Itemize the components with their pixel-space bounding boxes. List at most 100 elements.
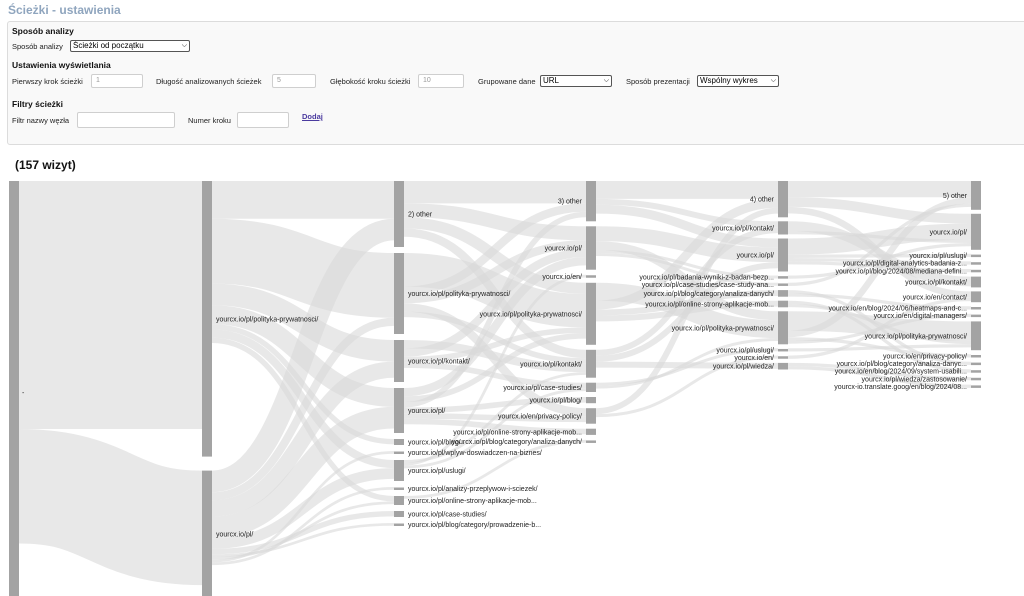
sankey-node-s2-blog[interactable] [394, 439, 404, 445]
first-step-input[interactable]: 1 [91, 74, 143, 88]
sankey-node-label: yourcx.io/pl/analizy-przeplywow-i-scieze… [408, 486, 538, 493]
sankey-node-label: yourcx.io/en/blog/2024/06/heatmaps-and-c… [828, 306, 967, 313]
sankey-link[interactable] [787, 344, 972, 352]
sankey-node-label: yourcx.io/pl/blog/category/analiza-danyc… [837, 361, 967, 368]
sankey-node-s5-kontakt[interactable] [971, 276, 981, 288]
sankey-node-s3-en[interactable] [586, 275, 596, 278]
sankey-node-label: yourcx.io/pl/badania-wyniki-z-badan-bezp… [639, 275, 774, 282]
settings-panel: Sposób analizy Sposób analizy Ścieżki od… [7, 21, 1024, 145]
sankey-node-s5-mediana[interactable] [971, 269, 981, 273]
sankey-node-label: yourcx.io/en/blog/2024/09/system-usabili… [835, 369, 967, 376]
sankey-node-s2-other[interactable] [394, 181, 404, 247]
sankey-node-label: yourcx.io/pl/kontakt/ [905, 280, 967, 287]
filters-section-title: Filtry ścieżki [12, 99, 64, 109]
sankey-node-s5-contact[interactable] [971, 291, 981, 303]
sankey-node-s5-managers[interactable] [971, 314, 981, 318]
sankey-node-label: yourcx.io/pl/online-strony-aplikacje-mob… [453, 429, 582, 436]
sankey-node-s4-other[interactable] [778, 181, 788, 218]
sankey-node-label: 3) other [558, 199, 583, 206]
step-number-input[interactable] [237, 112, 289, 128]
sankey-node-label: yourcx.io/pl/case-studies/ [408, 512, 487, 519]
sankey-node-label: yourcx.io/pl/ [216, 532, 253, 539]
presentation-label: Sposób prezentacji [626, 77, 690, 86]
sankey-node-s3-online[interactable] [586, 428, 596, 435]
node-name-filter-input[interactable] [77, 112, 175, 128]
chevron-down-icon: ⌵ [603, 77, 609, 84]
sankey-node-s1-polityka[interactable] [202, 181, 212, 457]
grouped-data-select[interactable]: URL ⌵ [540, 75, 612, 87]
grouped-data-label: Grupowane dane [478, 77, 536, 86]
sankey-node-s3-case[interactable] [586, 382, 596, 392]
sankey-node-s2-uslugi[interactable] [394, 460, 404, 481]
add-filter-link[interactable]: Dodaj [302, 112, 323, 121]
sankey-node-s3-pl[interactable] [586, 226, 596, 270]
sankey-node-label: yourcx.io/pl/wiedza/ [713, 364, 774, 371]
sankey-node-s1-pl[interactable] [202, 470, 212, 596]
sankey-node-root[interactable] [9, 181, 19, 596]
sankey-node-s5-wiedza[interactable] [971, 377, 981, 381]
sankey-node-s2-wplyw[interactable] [394, 451, 404, 455]
sankey-node-s2-case[interactable] [394, 511, 404, 517]
sankey-node-label: yourcx.io/pl/ [545, 246, 582, 253]
sankey-link[interactable] [17, 429, 204, 586]
sankey-node-s4-polityka[interactable] [778, 311, 788, 345]
sankey-node-s2-polityka[interactable] [394, 253, 404, 334]
sankey-node-label: yourcx.io/pl/ [408, 408, 445, 415]
sankey-node-s3-privacy[interactable] [586, 408, 596, 424]
sankey-node-s4-badania[interactable] [778, 276, 788, 279]
sankey-node-label: yourcx.io/pl/online-strony-aplikacje-mob… [408, 498, 537, 505]
sankey-node-s3-other[interactable] [586, 181, 596, 222]
sankey-node-s5-usabili[interactable] [971, 370, 981, 373]
sankey-node-s4-en[interactable] [778, 356, 788, 359]
sankey-node-s2-analizy[interactable] [394, 487, 404, 491]
sankey-node-label: yourcx.io/pl/polityka-prywatnosci/ [672, 325, 774, 332]
sankey-node-s2-kontakt[interactable] [394, 340, 404, 382]
sankey-node-s4-pl[interactable] [778, 238, 788, 272]
sankey-node-s5-pl[interactable] [971, 213, 981, 250]
sankey-node-s4-wiedza[interactable] [778, 362, 788, 370]
sankey-node-label: yourcx.io/pl/polityka-prywatnosci/ [480, 311, 582, 318]
sankey-node-s4-kontakt[interactable] [778, 221, 788, 235]
sankey-node-label: yourcx.io/pl/wiedza/zastosowanie/ [862, 376, 967, 383]
path-length-input[interactable]: 5 [272, 74, 316, 88]
step-depth-label: Głębokość kroku ścieżki [330, 77, 411, 86]
sankey-node-label: yourcx.io/pl/blog/ [529, 398, 582, 405]
sankey-node-s2-pl[interactable] [394, 388, 404, 433]
sankey-node-label: yourcx.io/pl/blog/category/analiza-danyc… [644, 291, 774, 298]
sankey-node-s5-uslugi[interactable] [971, 254, 981, 258]
sankey-node-s5-analiza[interactable] [971, 362, 981, 366]
sankey-node-label: yourcx.io/en/ [734, 355, 774, 362]
sankey-node-s5-privacy[interactable] [971, 355, 981, 358]
sankey-node-label: yourcx.io/pl/ [737, 253, 774, 260]
sankey-node-s2-online[interactable] [394, 496, 404, 505]
first-step-label: Pierwszy krok ścieżki [12, 77, 83, 86]
sankey-node-s2-prowadzenie[interactable] [394, 523, 404, 527]
sankey-node-label: yourcx-io.translate.goog/en/blog/2024/08… [834, 384, 967, 391]
page-title: Ścieżki - ustawienia [8, 3, 121, 17]
sankey-node-s4-uslugi[interactable] [778, 348, 788, 352]
sankey-node-s5-polityka[interactable] [971, 321, 981, 351]
analysis-method-value: Ścieżki od początku [73, 41, 144, 50]
sankey-link[interactable] [211, 218, 395, 318]
analysis-method-label: Sposób analizy [12, 42, 63, 51]
sankey-node-label: yourcx.io/en/privacy-policy/ [883, 354, 967, 361]
sankey-node-s4-analiza[interactable] [778, 290, 788, 297]
sankey-node-s4-online[interactable] [778, 300, 788, 308]
sankey-node-s5-digital[interactable] [971, 262, 981, 265]
sankey-node-s3-analiza[interactable] [586, 440, 596, 443]
sankey-node-label: yourcx.io/pl/wplyw-doswiadczen-na-biznes… [408, 450, 542, 457]
sankey-node-label: yourcx.io/pl/ [930, 229, 967, 236]
sankey-node-s3-kontakt[interactable] [586, 349, 596, 378]
sankey-node-s5-translate[interactable] [971, 385, 981, 388]
analysis-method-select[interactable]: Ścieżki od początku ⌵ [70, 40, 190, 52]
sankey-node-s5-heatmaps[interactable] [971, 307, 981, 310]
presentation-select[interactable]: Wspólny wykres ⌵ [697, 75, 779, 87]
chevron-down-icon: ⌵ [770, 77, 776, 84]
sankey-node-s4-case[interactable] [778, 283, 788, 286]
step-depth-input[interactable]: 10 [418, 74, 464, 88]
sankey-node-s3-polityka[interactable] [586, 282, 596, 345]
sankey-node-s5-other[interactable] [971, 181, 981, 210]
sankey-node-label: yourcx.io/en/digital-managers/ [874, 313, 967, 320]
sankey-chart: -yourcx.io/pl/polityka-prywatnosci/yourc… [9, 180, 981, 596]
sankey-node-s3-blog[interactable] [586, 397, 596, 404]
